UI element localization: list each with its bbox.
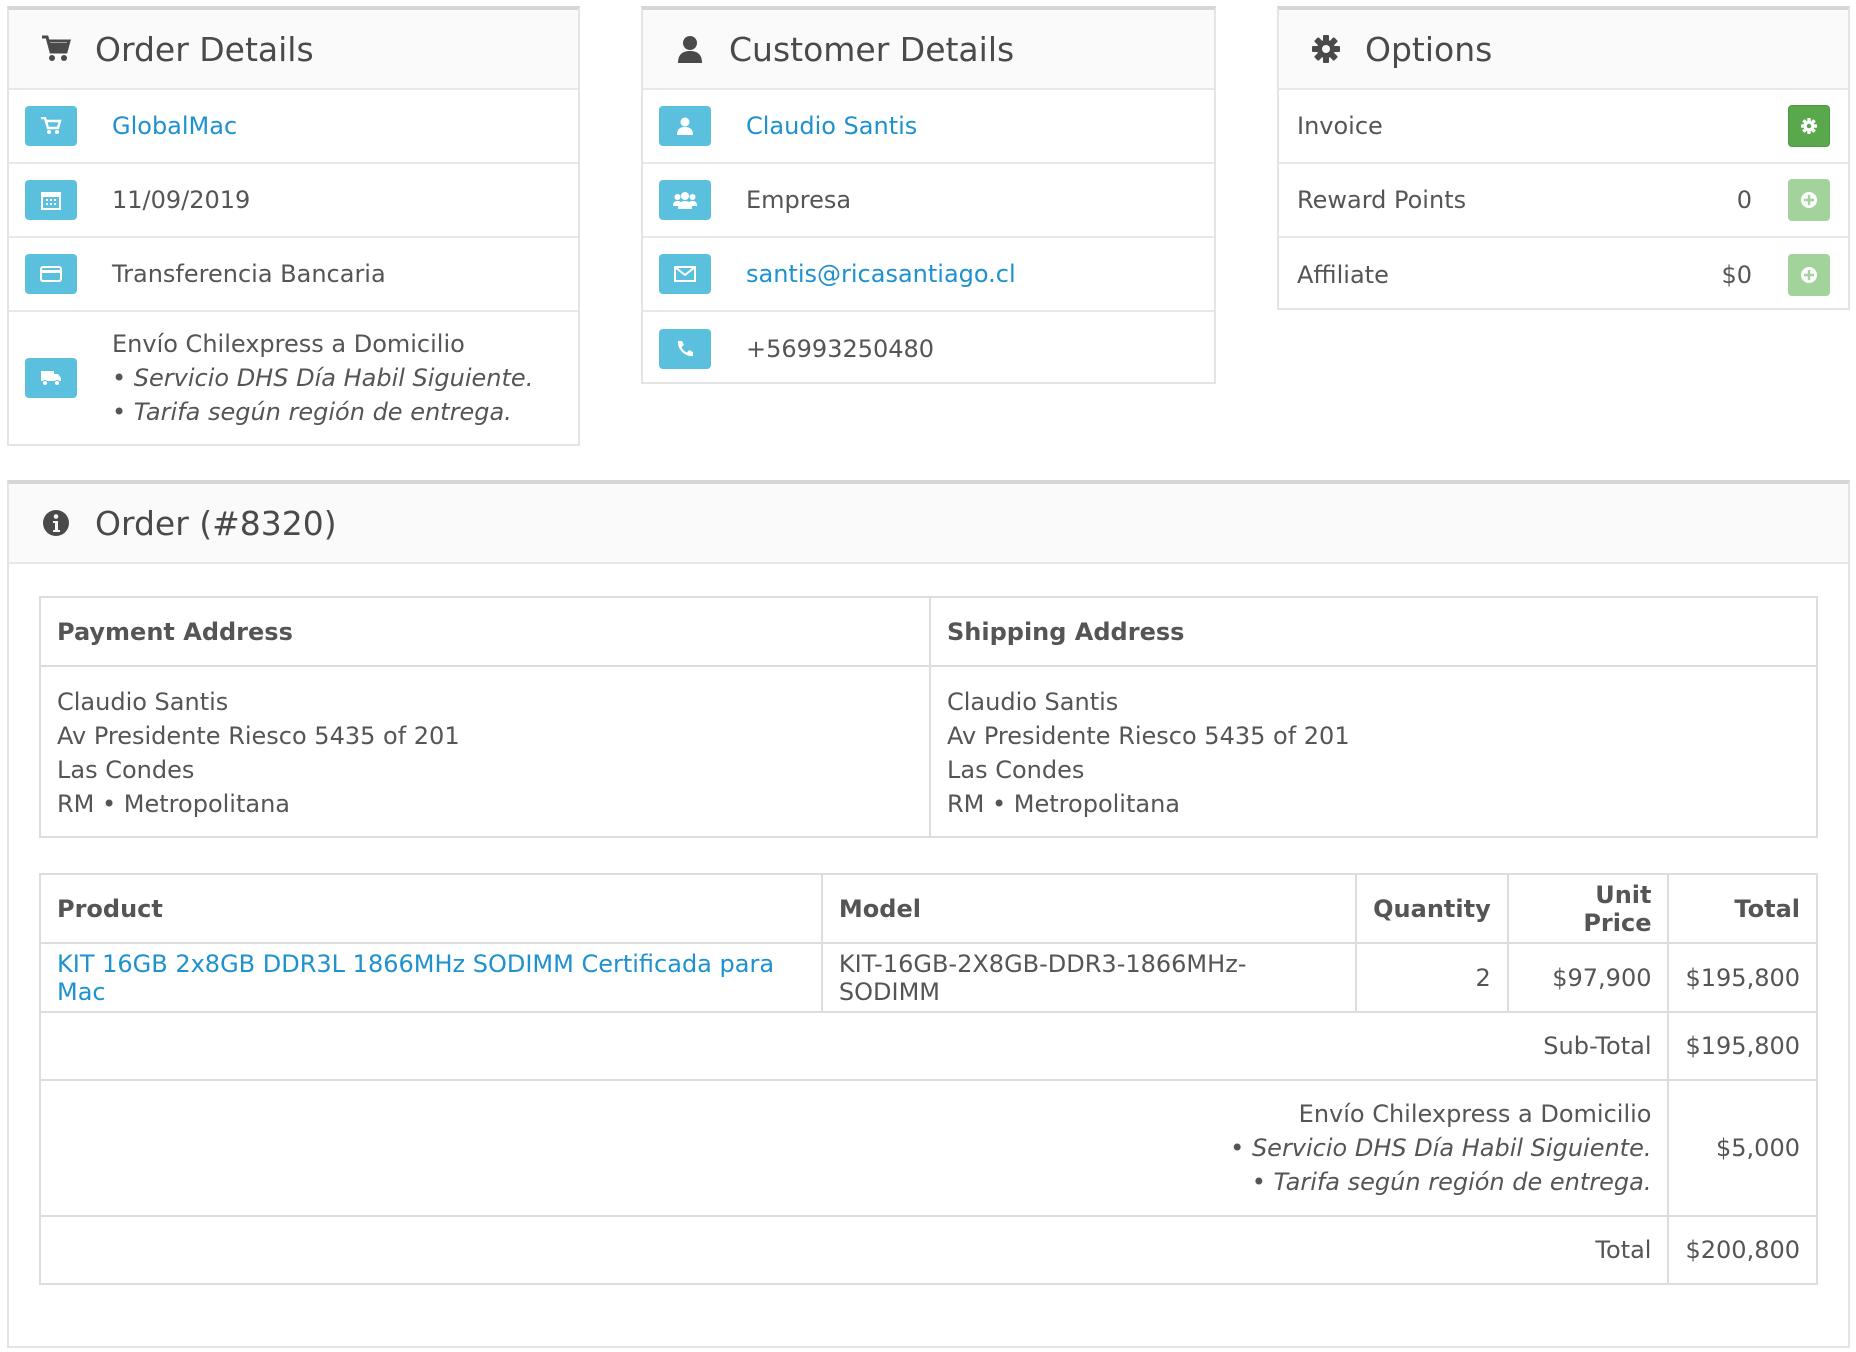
payment-address-city: Las Condes xyxy=(57,756,195,784)
generate-invoice-button[interactable] xyxy=(1788,105,1830,147)
payment-address-name: Claudio Santis xyxy=(57,688,229,716)
store-row: GlobalMac xyxy=(9,90,578,164)
options-heading: Options xyxy=(1279,10,1848,90)
shipping-total-label: Envío Chilexpress a Domicilio • Servicio… xyxy=(38,1079,1670,1217)
payment-method: Transferencia Bancaria xyxy=(112,260,386,288)
order-title: Order (#8320) xyxy=(95,503,337,543)
credit-card-icon xyxy=(25,254,77,294)
customer-group-row: Empresa xyxy=(643,164,1214,238)
shipping-method-detail: • Tarifa según región de entrega. xyxy=(112,398,512,426)
column-quantity: Quantity xyxy=(1355,873,1509,944)
shipping-total-name: Envío Chilexpress a Domicilio xyxy=(1298,1100,1652,1128)
option-affiliate-row: Affiliate $0 xyxy=(1279,238,1848,312)
plus-circle-icon xyxy=(1800,266,1818,284)
user-icon xyxy=(659,106,711,146)
calendar-icon xyxy=(25,180,77,220)
payment-address-street: Av Presidente Riesco 5435 of 201 xyxy=(57,722,460,750)
subtotal-row: Sub-Total $195,800 xyxy=(38,1011,1818,1081)
shipping-method-name: Envío Chilexpress a Domicilio xyxy=(112,330,465,358)
envelope-icon xyxy=(659,254,711,294)
customer-phone: +56993250480 xyxy=(746,335,935,363)
column-product: Product xyxy=(39,873,823,944)
customer-email-link[interactable]: santis@ricasantiago.cl xyxy=(746,260,1016,288)
subtotal-label: Sub-Total xyxy=(38,1011,1670,1081)
shipping-total-value: $5,000 xyxy=(1667,1079,1818,1217)
total-cell: $195,800 xyxy=(1667,942,1818,1013)
payment-method-row: Transferencia Bancaria xyxy=(9,238,578,312)
table-row: KIT 16GB 2x8GB DDR3L 1866MHz SODIMM Cert… xyxy=(39,942,1818,1013)
shipping-method: Envío Chilexpress a Domicilio • Servicio… xyxy=(112,327,533,429)
options-panel: Options Invoice Reward Points 0 Affiliat… xyxy=(1277,6,1850,310)
order-details-title: Order Details xyxy=(95,29,314,69)
option-invoice-row: Invoice xyxy=(1279,90,1848,164)
add-reward-points-button[interactable] xyxy=(1788,179,1830,221)
shipping-total-detail: • Tarifa según región de entrega. xyxy=(1251,1168,1652,1196)
model-cell: KIT-16GB-2X8GB-DDR3-1866MHz-SODIMM xyxy=(820,942,1358,1013)
customer-group: Empresa xyxy=(746,186,852,214)
payment-address: Claudio Santis Av Presidente Riesco 5435… xyxy=(39,665,931,838)
order-date: 11/09/2019 xyxy=(112,186,251,214)
option-reward-points-label: Reward Points xyxy=(1297,186,1467,214)
gear-icon xyxy=(1309,32,1343,66)
customer-details-panel: Customer Details Claudio Santis Empresa … xyxy=(641,6,1216,384)
customer-email-row: santis@ricasantiago.cl xyxy=(643,238,1214,312)
shipping-address-name: Claudio Santis xyxy=(947,688,1119,716)
reward-points-value: 0 xyxy=(1736,186,1752,214)
shipping-address-header: Shipping Address xyxy=(929,596,1818,667)
column-unit-price: Unit Price xyxy=(1506,873,1670,944)
user-icon xyxy=(673,32,707,66)
product-link[interactable]: KIT 16GB 2x8GB DDR3L 1866MHz SODIMM Cert… xyxy=(57,950,774,1006)
product-cell: KIT 16GB 2x8GB DDR3L 1866MHz SODIMM Cert… xyxy=(39,942,823,1013)
grand-total-value: $200,800 xyxy=(1667,1215,1818,1285)
info-circle-icon xyxy=(39,506,73,540)
customer-phone-row: +56993250480 xyxy=(643,312,1214,386)
option-affiliate-label: Affiliate xyxy=(1297,261,1389,289)
order-panel: Order (#8320) Payment Address Shipping A… xyxy=(7,480,1850,1348)
grand-total-label: Total xyxy=(38,1215,1670,1285)
gear-icon xyxy=(1801,118,1817,134)
order-details-heading: Order Details xyxy=(9,10,578,90)
shopping-cart-icon xyxy=(25,106,77,146)
shipping-address: Claudio Santis Av Presidente Riesco 5435… xyxy=(929,665,1818,838)
affiliate-value: $0 xyxy=(1721,261,1752,289)
column-model: Model xyxy=(820,873,1358,944)
products-table: Product Model Quantity Unit Price Total … xyxy=(38,873,1818,1285)
quantity-cell: 2 xyxy=(1355,942,1509,1013)
grand-total-row: Total $200,800 xyxy=(38,1215,1818,1285)
store-link[interactable]: GlobalMac xyxy=(112,112,237,140)
shipping-address-region: RM • Metropolitana xyxy=(947,790,1180,818)
shipping-total-row: Envío Chilexpress a Domicilio • Servicio… xyxy=(38,1079,1818,1217)
column-total: Total xyxy=(1667,873,1818,944)
subtotal-value: $195,800 xyxy=(1667,1011,1818,1081)
option-invoice-label: Invoice xyxy=(1297,112,1383,140)
shipping-total-detail: • Servicio DHS Día Habil Siguiente. xyxy=(1230,1134,1652,1162)
customer-name-row: Claudio Santis xyxy=(643,90,1214,164)
order-heading: Order (#8320) xyxy=(9,484,1848,564)
add-commission-button[interactable] xyxy=(1788,254,1830,296)
users-group-icon xyxy=(659,180,711,220)
payment-address-region: RM • Metropolitana xyxy=(57,790,290,818)
shipping-address-city: Las Condes xyxy=(947,756,1085,784)
customer-details-title: Customer Details xyxy=(729,29,1015,69)
shopping-cart-icon xyxy=(39,32,73,66)
shipping-method-row: Envío Chilexpress a Domicilio • Servicio… xyxy=(9,312,578,444)
unit-price-cell: $97,900 xyxy=(1506,942,1670,1013)
date-row: 11/09/2019 xyxy=(9,164,578,238)
customer-details-heading: Customer Details xyxy=(643,10,1214,90)
option-reward-points-row: Reward Points 0 xyxy=(1279,164,1848,238)
truck-icon xyxy=(25,358,77,398)
payment-address-header: Payment Address xyxy=(39,596,931,667)
shipping-method-detail: • Servicio DHS Día Habil Siguiente. xyxy=(112,364,534,392)
shipping-address-street: Av Presidente Riesco 5435 of 201 xyxy=(947,722,1350,750)
order-details-panel: Order Details GlobalMac 11/09/2019 Trans… xyxy=(7,6,580,446)
plus-circle-icon xyxy=(1800,191,1818,209)
phone-icon xyxy=(659,329,711,369)
options-title: Options xyxy=(1365,29,1493,69)
address-table: Payment Address Shipping Address Claudio… xyxy=(39,596,1818,838)
customer-name-link[interactable]: Claudio Santis xyxy=(746,112,917,140)
